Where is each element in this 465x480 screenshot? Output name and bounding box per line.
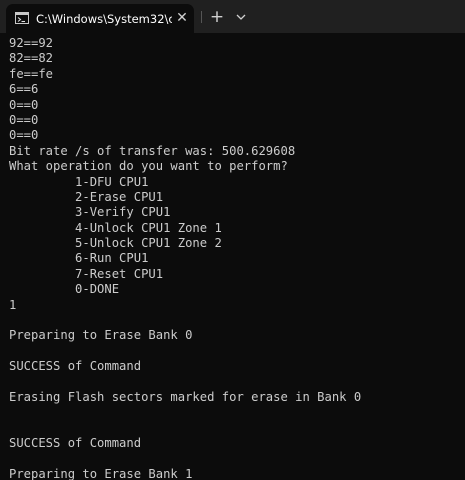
terminal-window: C:\Windows\System32\cmd.ex ✕ + 92==9282=… — [0, 0, 465, 480]
console-line: Bit rate /s of transfer was: 500.629608 — [9, 143, 296, 158]
console-line: 1 — [9, 297, 17, 312]
console-line: Preparing to Erase Bank 1 — [9, 466, 193, 480]
console-output[interactable]: 92==92 82==82 fe==fe 6==6 0==0 0==0 0==0 Bit ra… — [9, 36, 459, 480]
console-line: Preparing to Erase Bank 0 — [9, 328, 193, 343]
console-line: 3-Verify CPU1 — [9, 205, 171, 220]
console-line: 5-Unlock CPU1 Zone 2 — [9, 236, 222, 251]
console-line: 7-Reset CPU1 — [9, 266, 164, 281]
console-line: 0==0 — [9, 112, 39, 127]
title-bar: C:\Windows\System32\cmd.ex ✕ + — [0, 0, 465, 33]
console-line: 0-DONE — [9, 282, 120, 297]
console-line: 0==0 — [9, 128, 39, 143]
tab-cmd[interactable]: C:\Windows\System32\cmd.ex ✕ — [6, 4, 194, 33]
console-line: 6==6 — [9, 82, 39, 97]
console-line: 82==82 — [9, 51, 54, 66]
console-line: SUCCESS of Command — [9, 359, 142, 374]
console-line: Erasing Flash sectors marked for erase i… — [9, 389, 362, 404]
console-line: 0==0 — [9, 97, 39, 112]
terminal-icon — [15, 12, 29, 24]
tab-title: C:\Windows\System32\cmd.ex — [36, 12, 172, 26]
console-line: What operation do you want to perform? — [9, 159, 288, 174]
console-line: 4-Unlock CPU1 Zone 1 — [9, 220, 222, 235]
console-line: 6-Run CPU1 — [9, 251, 149, 266]
console-line: 2-Erase CPU1 — [9, 189, 164, 204]
close-icon[interactable]: ✕ — [174, 10, 190, 26]
chevron-down-icon[interactable] — [232, 8, 250, 26]
plus-icon[interactable]: + — [208, 8, 226, 26]
console-line: SUCCESS of Command — [9, 436, 142, 451]
console-line: 92==92 — [9, 36, 54, 50]
tab-separator — [201, 11, 202, 23]
console-line: 1-DFU CPU1 — [9, 174, 149, 189]
console-line: fe==fe — [9, 66, 54, 81]
